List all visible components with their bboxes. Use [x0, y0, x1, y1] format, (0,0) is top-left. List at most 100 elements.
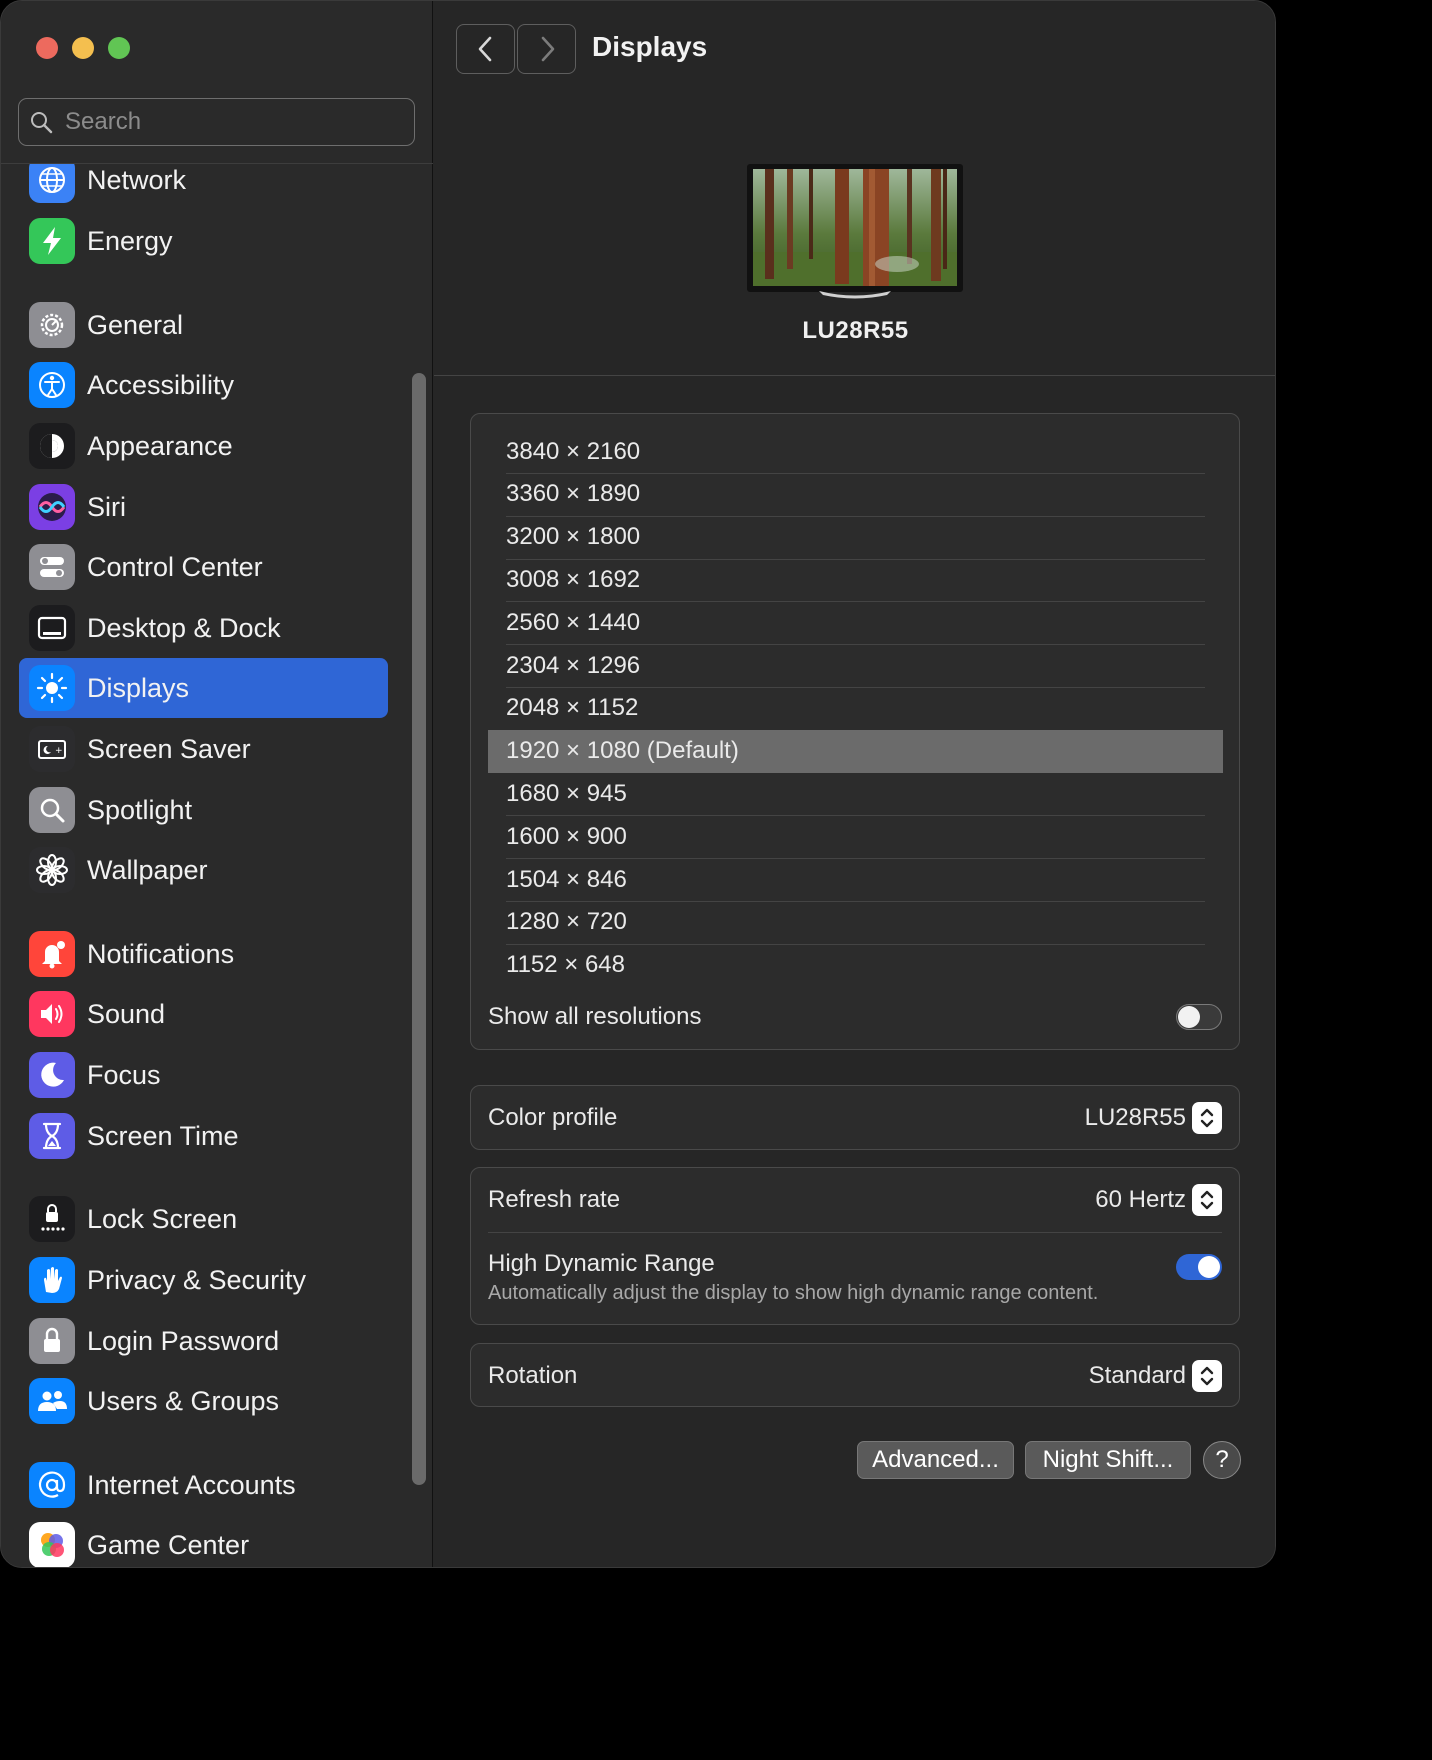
advanced-button[interactable]: Advanced... — [857, 1441, 1014, 1479]
resolution-label: 2304 × 1296 — [506, 651, 641, 679]
resolution-option[interactable]: 2304 × 1296 — [488, 644, 1223, 688]
speaker-icon — [29, 991, 75, 1037]
sidebar-item-displays[interactable]: Displays — [19, 658, 388, 718]
popup-arrows-icon — [1192, 1102, 1222, 1134]
resolution-label: 1600 × 900 — [506, 822, 627, 850]
bolt-icon — [29, 218, 75, 264]
refresh-hdr-group: Refresh rate 60 Hertz High Dynamic Range… — [470, 1167, 1240, 1325]
refresh-rate-label: Refresh rate — [488, 1186, 621, 1213]
search-icon — [31, 112, 53, 134]
sidebar-item-screen-saver[interactable]: + Screen Saver — [19, 719, 388, 779]
siri-icon — [29, 484, 75, 530]
sidebar-item-notifications[interactable]: Notifications — [19, 924, 388, 984]
display-thumbnail[interactable] — [747, 164, 963, 302]
window-controls — [36, 37, 130, 59]
resolution-option[interactable]: 1920 × 1080 (Default) — [488, 729, 1223, 773]
sidebar-item-spotlight[interactable]: Spotlight — [19, 780, 388, 840]
refresh-rate-value: 60 Hertz — [1095, 1186, 1186, 1213]
resolution-option[interactable]: 3008 × 1692 — [488, 558, 1223, 603]
close-window-button[interactable] — [36, 37, 58, 59]
resolution-option[interactable]: 3360 × 1890 — [488, 473, 1223, 517]
zoom-window-button[interactable] — [108, 37, 130, 59]
color-profile-row: Color profile LU28R55 — [488, 1100, 1222, 1136]
sidebar-item-label: General — [87, 309, 184, 340]
resolution-label: 3200 × 1800 — [506, 523, 641, 551]
sidebar-item-siri[interactable]: Siri — [19, 477, 388, 537]
resolution-option[interactable]: 1152 × 648 — [488, 944, 1223, 987]
bell-icon — [29, 931, 75, 977]
sidebar-item-label: Displays — [87, 672, 190, 703]
sidebar-item-label: Control Center — [87, 551, 263, 582]
minimize-window-button[interactable] — [72, 37, 94, 59]
hdr-text: High Dynamic Range Automatically adjust … — [488, 1250, 1098, 1305]
search-input[interactable] — [65, 108, 385, 136]
resolution-label: 2560 × 1440 — [506, 608, 641, 636]
sidebar-item-general[interactable]: General — [19, 295, 388, 355]
sidebar-item-control-center[interactable]: Control Center — [19, 537, 388, 597]
color-profile-value: LU28R55 — [1084, 1104, 1186, 1131]
sidebar-item-label: Siri — [87, 491, 126, 522]
color-profile-popup[interactable]: LU28R55 — [1085, 1102, 1222, 1134]
at-icon — [29, 1462, 75, 1508]
sidebar-item-label: Appearance — [87, 430, 233, 461]
sidebar-item-label: Notifications — [87, 938, 235, 969]
accessibility-icon — [29, 362, 75, 408]
show-all-resolutions-row: Show all resolutions — [488, 999, 1222, 1035]
resolution-label: 3360 × 1890 — [506, 480, 641, 508]
moon-icon — [29, 1052, 75, 1098]
resolution-option[interactable]: 3840 × 2160 — [488, 430, 1223, 474]
sidebar-scrollbar[interactable] — [412, 373, 426, 1485]
sidebar-item-desktop-and-dock[interactable]: Desktop & Dock — [19, 598, 388, 658]
sidebar-item-users-and-groups[interactable]: Users & Groups — [19, 1371, 388, 1431]
sidebar-item-label: Lock Screen — [87, 1203, 238, 1234]
sidebar-item-sound[interactable]: Sound — [19, 984, 388, 1044]
sidebar-item-login-password[interactable]: Login Password — [19, 1311, 388, 1371]
refresh-rate-popup[interactable]: 60 Hertz — [1095, 1184, 1222, 1216]
magnifier-icon — [29, 787, 75, 833]
display-name: LU28R55 — [802, 317, 909, 344]
back-button[interactable] — [456, 24, 515, 74]
resolution-option[interactable]: 3200 × 1800 — [488, 516, 1223, 560]
resolution-label: 3008 × 1692 — [506, 565, 641, 593]
search-field[interactable] — [18, 98, 415, 146]
sidebar-item-appearance[interactable]: Appearance — [19, 416, 388, 476]
page-title: Displays — [592, 31, 708, 62]
sidebar-item-label: Privacy & Security — [87, 1264, 307, 1295]
chevron-left-icon — [478, 36, 491, 62]
sidebar-item-energy[interactable]: Energy — [19, 211, 388, 271]
sidebar-item-accessibility[interactable]: Accessibility — [19, 355, 388, 415]
resolution-option[interactable]: 2560 × 1440 — [488, 601, 1223, 646]
resolution-option[interactable]: 1504 × 846 — [488, 858, 1223, 902]
rotation-popup[interactable]: Standard — [1089, 1360, 1222, 1392]
hdr-toggle[interactable] — [1176, 1254, 1222, 1280]
resolution-option[interactable]: 2048 × 1152 — [488, 687, 1223, 730]
sidebar-item-network[interactable]: Network — [19, 164, 388, 210]
show-all-resolutions-toggle[interactable] — [1176, 1004, 1222, 1030]
sidebar-item-wallpaper[interactable]: Wallpaper — [19, 840, 388, 900]
sidebar-item-game-center[interactable]: Game Center — [19, 1515, 388, 1567]
sidebar-item-label: Network — [87, 164, 187, 195]
control-center-icon — [29, 544, 75, 590]
svg-text:+: + — [55, 746, 63, 756]
sidebar-item-internet-accounts[interactable]: Internet Accounts — [19, 1455, 388, 1515]
resolution-option[interactable]: 1680 × 945 — [488, 772, 1223, 817]
sidebar-item-lock-screen[interactable]: Lock Screen — [19, 1189, 388, 1249]
sun-icon — [29, 665, 75, 711]
help-button[interactable]: ? — [1203, 1441, 1241, 1479]
resolution-label: 2048 × 1152 — [506, 694, 639, 722]
color-profile-group: Color profile LU28R55 — [470, 1085, 1240, 1150]
popup-arrows-icon — [1192, 1184, 1222, 1216]
sidebar-item-privacy-and-security[interactable]: Privacy & Security — [19, 1250, 388, 1310]
forward-button[interactable] — [517, 24, 576, 74]
sidebar-item-label: Accessibility — [87, 369, 235, 400]
color-profile-label: Color profile — [488, 1104, 618, 1131]
hdr-row: High Dynamic Range Automatically adjust … — [488, 1250, 1222, 1308]
lock-screen-icon — [29, 1196, 75, 1242]
night-shift-button[interactable]: Night Shift... — [1025, 1441, 1191, 1479]
resolution-option[interactable]: 1280 × 720 — [488, 901, 1223, 945]
sidebar-item-focus[interactable]: Focus — [19, 1045, 388, 1105]
sidebar-item-screen-time[interactable]: Screen Time — [19, 1106, 388, 1166]
hdr-description: Automatically adjust the display to show… — [488, 1282, 1099, 1304]
hdr-label: High Dynamic Range — [488, 1250, 715, 1277]
resolution-option[interactable]: 1600 × 900 — [488, 815, 1223, 860]
